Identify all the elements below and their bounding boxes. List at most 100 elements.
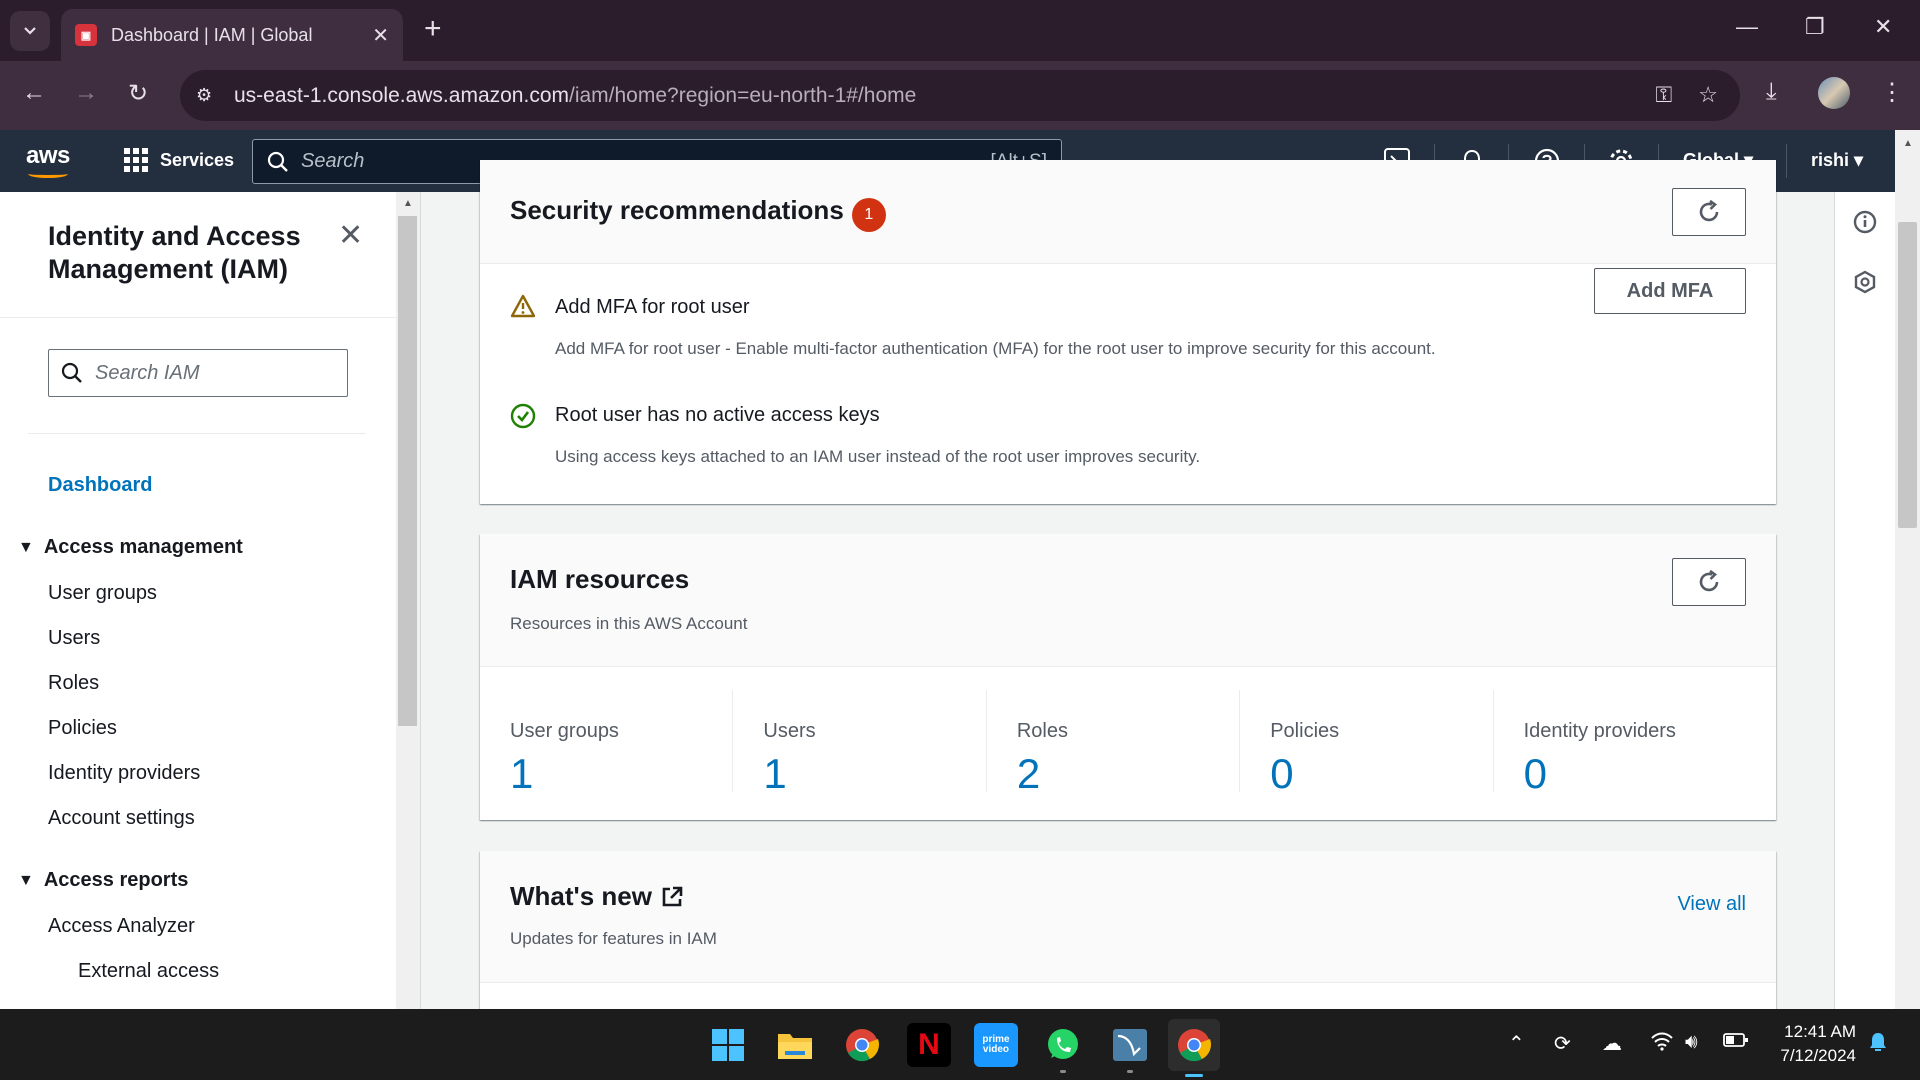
add-mfa-button[interactable]: Add MFA: [1594, 268, 1746, 314]
resource-roles[interactable]: Roles 2: [985, 690, 1239, 797]
restore-icon[interactable]: ❐: [1805, 14, 1825, 40]
aws-logo[interactable]: aws: [26, 142, 70, 178]
resource-users[interactable]: Users 1: [732, 690, 985, 797]
panel-header: IAM resources Resources in this AWS Acco…: [480, 534, 1776, 667]
account-menu[interactable]: rishi ▾: [1811, 150, 1863, 171]
chevron-down-icon: [24, 27, 36, 35]
system-clock[interactable]: 12:41 AM 7/12/2024: [1768, 1020, 1856, 1068]
info-icon[interactable]: [1853, 210, 1877, 240]
page-scrollbar-thumb[interactable]: [1898, 222, 1917, 528]
recommendation-count-badge: 1: [851, 197, 886, 232]
bookmark-star-icon[interactable]: ☆: [1698, 82, 1718, 108]
search-iam-placeholder: Search IAM: [95, 361, 200, 384]
resource-count[interactable]: 1: [763, 750, 786, 798]
scroll-up-icon[interactable]: ▲: [403, 198, 413, 209]
sidebar-section-access-reports[interactable]: ▼ Access reports: [18, 869, 188, 892]
onedrive-cloud-icon[interactable]: ☁: [1602, 1031, 1622, 1056]
reload-icon[interactable]: ↻: [128, 79, 148, 108]
section-label: Access management: [43, 536, 243, 558]
windows-start-icon[interactable]: [706, 1023, 750, 1067]
password-key-icon[interactable]: ⚿: [1656, 82, 1673, 108]
services-menu-button[interactable]: Services: [124, 148, 234, 172]
resource-identity-providers[interactable]: Identity providers 0: [1492, 690, 1746, 797]
sidebar-item-user-groups[interactable]: User groups: [48, 582, 157, 605]
refresh-resources-button[interactable]: [1672, 558, 1746, 606]
profile-avatar[interactable]: [1818, 77, 1850, 109]
external-link-icon[interactable]: [660, 885, 684, 909]
sidebar-item-dashboard[interactable]: Dashboard: [48, 474, 152, 497]
running-indicator: [1127, 1070, 1133, 1073]
notification-bell-icon[interactable]: [1868, 1031, 1888, 1059]
sync-icon[interactable]: ⟳: [1554, 1031, 1571, 1056]
chrome-active-icon[interactable]: [1168, 1019, 1220, 1077]
sidebar-item-roles[interactable]: Roles: [48, 672, 99, 695]
forward-icon[interactable]: →: [74, 79, 98, 107]
amazon-q-icon[interactable]: [1853, 270, 1877, 300]
resource-label: Identity providers: [1523, 720, 1676, 742]
tab-title: Dashboard | IAM | Global: [111, 24, 313, 45]
whatsapp-icon[interactable]: [1041, 1023, 1085, 1073]
resource-count[interactable]: 2: [1017, 750, 1040, 798]
whats-new-subtitle: Updates for features in IAM: [510, 929, 717, 948]
search-iam-input[interactable]: Search IAM: [48, 349, 348, 397]
mysql-workbench-icon[interactable]: [1108, 1023, 1152, 1073]
search-icon: [267, 151, 288, 172]
right-utility-rail: [1834, 192, 1895, 1009]
battery-icon[interactable]: [1723, 1031, 1749, 1054]
scroll-up-icon[interactable]: ▲: [1903, 138, 1913, 149]
show-hidden-icons-chevron-icon[interactable]: ⌃: [1508, 1031, 1525, 1056]
wifi-icon[interactable]: [1650, 1031, 1674, 1057]
whats-new-title: What's new: [510, 881, 652, 911]
minimize-icon[interactable]: —: [1736, 14, 1758, 40]
netflix-icon[interactable]: N: [907, 1023, 951, 1067]
refresh-security-button[interactable]: [1672, 188, 1746, 236]
browser-tab[interactable]: ▣ Dashboard | IAM | Global ✕: [61, 9, 403, 61]
search-icon: [61, 362, 82, 383]
chrome-icon[interactable]: [840, 1023, 884, 1067]
sidebar-scrollbar[interactable]: ▲: [396, 192, 420, 1009]
close-tab-icon[interactable]: ✕: [372, 23, 389, 48]
resource-count[interactable]: 0: [1270, 750, 1293, 798]
sidebar-item-account-settings[interactable]: Account settings: [48, 807, 195, 830]
sidebar-section-access-management[interactable]: ▼ Access management: [18, 536, 243, 559]
resources-subtitle: Resources in this AWS Account: [510, 614, 748, 633]
warning-icon: [510, 294, 536, 325]
resource-label: Policies: [1270, 720, 1340, 742]
section-label: Access reports: [43, 869, 189, 891]
download-icon[interactable]: ⤓: [1766, 78, 1777, 106]
tab-search-button[interactable]: [10, 11, 50, 51]
recommendation-title: Root user has no active access keys: [555, 404, 880, 426]
running-indicator: [1060, 1070, 1066, 1073]
close-window-icon[interactable]: ✕: [1874, 14, 1892, 40]
refresh-icon: [1699, 199, 1719, 222]
view-all-link[interactable]: View all: [1677, 893, 1746, 916]
resource-user-groups[interactable]: User groups 1: [510, 690, 732, 797]
site-info-icon[interactable]: ⚙: [196, 85, 226, 106]
sidebar-item-identity-providers[interactable]: Identity providers: [48, 762, 200, 785]
success-check-icon: [510, 403, 536, 436]
sidebar-scrollbar-thumb[interactable]: [398, 216, 417, 726]
page-scrollbar[interactable]: ▲: [1895, 130, 1920, 1009]
close-sidebar-icon[interactable]: ✕: [338, 218, 363, 253]
sidebar-item-policies[interactable]: Policies: [48, 717, 117, 740]
prime-video-icon[interactable]: prime video: [974, 1023, 1018, 1067]
browser-menu-icon[interactable]: ⋮: [1880, 78, 1904, 107]
sidebar-item-access-analyzer[interactable]: Access Analyzer: [48, 915, 195, 938]
file-explorer-icon[interactable]: [773, 1023, 817, 1067]
sidebar-item-external-access[interactable]: External access: [78, 960, 219, 983]
clock-time: 12:41 AM: [1784, 1022, 1856, 1041]
new-tab-button[interactable]: +: [424, 12, 442, 46]
browser-toolbar: ← → ↻ ⚙ us-east-1.console.aws.amazon.com…: [0, 61, 1920, 130]
address-bar[interactable]: ⚙ us-east-1.console.aws.amazon.com/iam/h…: [180, 70, 1740, 121]
resource-count[interactable]: 0: [1524, 750, 1547, 798]
sidebar-border: [420, 192, 421, 1009]
resources-grid: User groups 1 Users 1 Roles 2 Policies 0…: [480, 690, 1776, 797]
recommendation-title: Add MFA for root user: [555, 296, 750, 318]
resource-policies[interactable]: Policies 0: [1239, 690, 1492, 797]
back-icon[interactable]: ←: [22, 79, 46, 107]
volume-icon[interactable]: 🔊︎: [1685, 1031, 1698, 1054]
aws-favicon-icon: ▣: [75, 24, 97, 46]
sidebar-item-users[interactable]: Users: [48, 627, 100, 650]
clock-date: 7/12/2024: [1780, 1046, 1856, 1065]
resource-count[interactable]: 1: [510, 750, 533, 798]
